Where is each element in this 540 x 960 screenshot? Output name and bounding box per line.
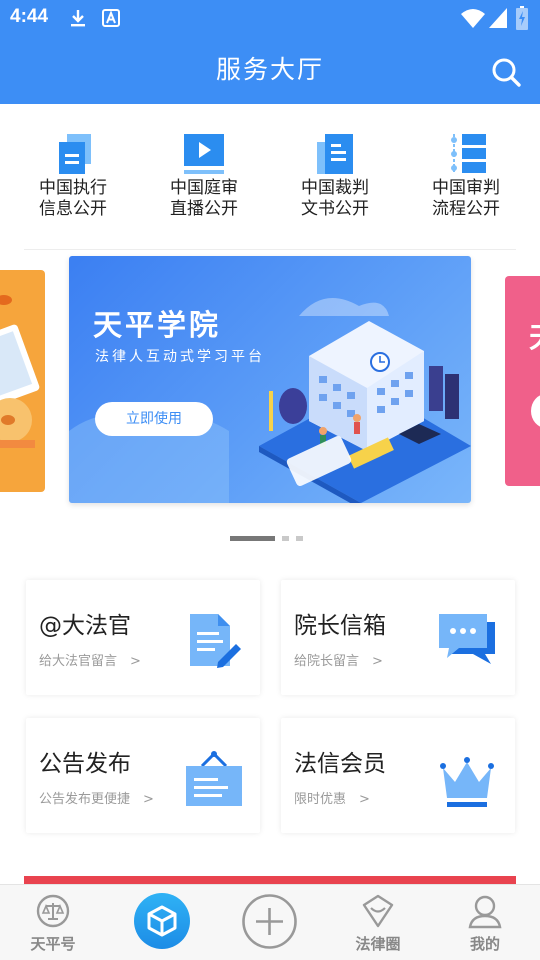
quick-link-trial-broadcast[interactable]: 中国庭审 直播公开 [139,130,269,230]
card-title: @大法官 [39,613,131,639]
card-announcement[interactable]: 公告发布 公告发布更便捷 > [26,718,260,833]
card-president-mailbox[interactable]: 院长信箱 给院长留言 > [281,580,515,695]
banner-slide[interactable]: 天平学院 法律人互动式学习平台 立即使用 [69,256,471,503]
nav-law-circle[interactable]: 法律圈 [338,885,418,960]
edit-document-icon [190,614,241,668]
card-subtitle: 给院长留言 > [294,654,383,669]
font-a-icon [102,9,120,27]
wifi-icon [461,9,485,28]
card-chief-justice[interactable]: @大法官 给大法官留言 > [26,580,260,695]
chat-bubble-icon [439,614,495,664]
process-list-icon [451,134,486,174]
campus-illustration [259,321,471,503]
nav-mine[interactable]: 我的 [445,885,525,960]
quick-link-judgment-documents[interactable]: 中国裁判 文书公开 [270,130,400,230]
download-icon [71,10,85,27]
card-subtitle: 公告发布更便捷 > [39,792,154,807]
document-stack-icon [59,134,91,174]
gem-chat-icon [362,894,394,928]
cube-icon [147,905,177,937]
signal-icon [489,8,507,28]
document-icon [317,134,353,174]
card-title: 公告发布 [39,751,131,777]
banner-subtitle: 法律人互动式学习平台 [95,349,265,365]
banner-prev-slide[interactable] [0,270,45,492]
banner-title: 天平学院 [93,308,222,342]
quick-link-label: 中国执行 信息公开 [39,178,107,219]
nav-label: 法律圈 [355,935,401,953]
crown-icon [440,757,494,807]
notice-board-icon [186,751,242,806]
card-title: 法信会员 [294,751,386,777]
quick-link-label: 中国审判 流程公开 [432,178,500,219]
plus-circle-icon[interactable] [241,893,298,950]
banner-next-slide[interactable]: 天 [505,276,540,486]
quick-link-execution-info[interactable]: 中国执行 信息公开 [8,130,138,230]
scales-icon [36,894,70,928]
card-subtitle: 给大法官留言 > [39,654,141,669]
laptop-illustration [0,295,40,448]
divider [24,249,516,250]
battery-icon [516,6,528,30]
next-slide-preview [531,395,540,427]
status-bar: 4:44 [0,0,540,36]
card-title: 院长信箱 [294,613,386,639]
nav-tianping-hao[interactable]: 天平号 [13,885,93,960]
banner-use-now-button[interactable]: 立即使用 [95,402,213,436]
nav-home-cube-button[interactable] [134,893,190,949]
app-header: 服务大厅 [0,36,540,104]
carousel-dot[interactable] [282,536,289,541]
nav-label: 天平号 [30,935,76,953]
quick-link-label: 中国庭审 直播公开 [170,178,238,219]
quick-link-label: 中国裁判 文书公开 [301,178,369,219]
page-title: 服务大厅 [215,55,324,84]
quick-link-trial-process[interactable]: 中国审判 流程公开 [401,130,531,230]
nav-label: 我的 [469,935,500,953]
user-icon [468,895,502,929]
search-icon[interactable] [490,56,522,88]
carousel-indicator [0,536,540,542]
card-fa-xin-membership[interactable]: 法信会员 限时优惠 > [281,718,515,833]
next-slide-title: 天 [529,316,540,356]
status-time: 4:44 [10,6,49,27]
play-screen-icon [184,134,224,174]
card-subtitle: 限时优惠 > [294,792,370,807]
carousel-dot-active[interactable] [230,536,275,541]
carousel-dot[interactable] [296,536,303,541]
